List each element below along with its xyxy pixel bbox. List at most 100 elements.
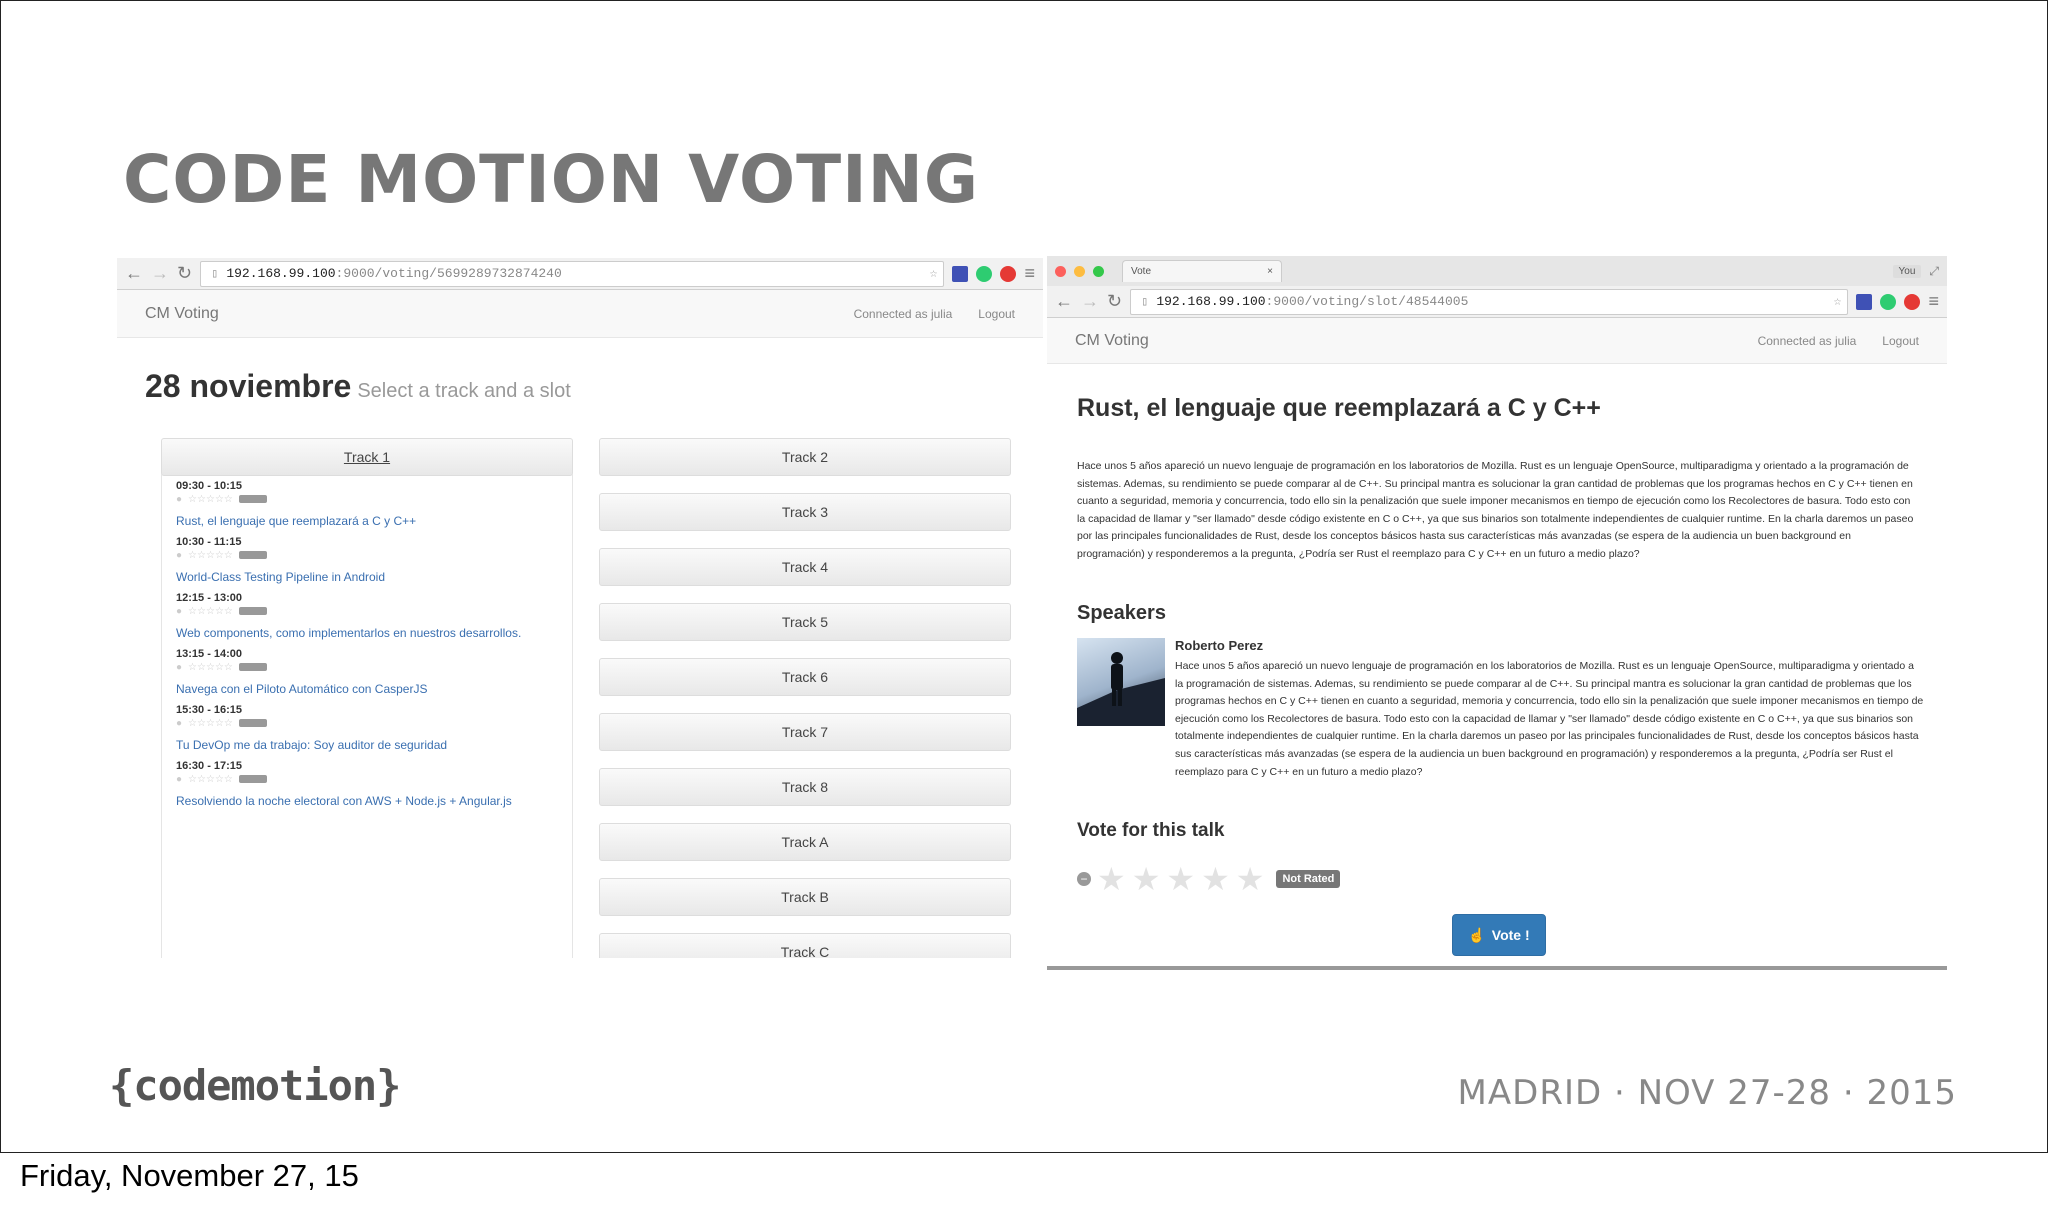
event-info: MADRID · NOV 27-28 · 2015: [1457, 1073, 1957, 1113]
track-8-button[interactable]: Track 8: [599, 768, 1011, 806]
slide: CODE MOTION VOTING ← → ↻ ▯ 192.168.99.10…: [0, 0, 2048, 1153]
left-app-navbar: CM Voting Connected as julia Logout: [117, 290, 1043, 338]
track-2-button[interactable]: Track 2: [599, 438, 1011, 476]
adblock-icon[interactable]: [1000, 265, 1017, 282]
slot-talk-link[interactable]: Navega con el Piloto Automático con Casp…: [176, 680, 558, 698]
left-browser-window: ← → ↻ ▯ 192.168.99.100:9000/voting/56992…: [117, 258, 1043, 958]
day-hint: Select a track and a slot: [357, 380, 571, 402]
extension-green-icon[interactable]: [976, 265, 993, 282]
vote-button-label: Vote !: [1491, 927, 1530, 943]
extension-icon[interactable]: [952, 265, 969, 282]
right-browser-window: Vote × You ⤢ ← → ↻ ▯ 192.168.99.100:9000…: [1047, 256, 1947, 966]
rating-widget: − ★ ★ ★ ★ ★ Not Rated: [1077, 860, 1341, 898]
star-5-icon[interactable]: ★: [1236, 860, 1265, 898]
reload-icon[interactable]: ↻: [177, 263, 192, 284]
rating-badge-icon: [238, 775, 267, 783]
slot-talk-link[interactable]: Rust, el lenguaje que reemplazará a C y …: [176, 512, 558, 530]
rating-badge-icon: [238, 495, 267, 503]
slot-item: 13:15 - 14:00 ● ☆☆☆☆☆ Navega con el Piloto …: [162, 648, 572, 698]
speaker-name: Roberto Perez: [1175, 638, 1264, 653]
rating-dot-icon: ●: [176, 717, 183, 729]
profile-button[interactable]: You: [1892, 264, 1922, 278]
star-3-icon[interactable]: ★: [1166, 860, 1195, 898]
logout-link[interactable]: Logout: [1882, 334, 1919, 348]
browser-tab[interactable]: Vote ×: [1122, 260, 1282, 282]
rating-badge: Not Rated: [1276, 870, 1341, 888]
menu-icon[interactable]: ≡: [1928, 291, 1939, 312]
thumbs-up-icon: ☝: [1468, 926, 1486, 943]
talk-title: Rust, el lenguaje que reemplazará a C y …: [1077, 394, 1601, 422]
url-host: 192.168.99.100: [1156, 294, 1266, 309]
url-path: :9000/voting/slot/48544005: [1265, 294, 1469, 309]
star-4-icon[interactable]: ★: [1201, 860, 1230, 898]
track-5-button[interactable]: Track 5: [599, 603, 1011, 641]
vote-button[interactable]: ☝ Vote !: [1452, 914, 1546, 956]
fullscreen-icon[interactable]: ⤢: [1929, 264, 1939, 279]
stars-icon: ☆☆☆☆☆: [188, 717, 233, 729]
app-brand[interactable]: CM Voting: [1075, 332, 1732, 350]
track-4-button[interactable]: Track 4: [599, 548, 1011, 586]
slot-rating-stars: ● ☆☆☆☆☆: [176, 604, 558, 618]
maximize-window-icon[interactable]: [1093, 265, 1104, 277]
speaker-bio: Hace unos 5 años apareció un nuevo lengu…: [1175, 660, 1924, 778]
track-7-button[interactable]: Track 7: [599, 713, 1011, 751]
connected-as-label: Connected as julia: [1757, 333, 1857, 348]
right-url-bar[interactable]: ▯ 192.168.99.100:9000/voting/slot/485440…: [1130, 288, 1849, 315]
back-icon[interactable]: ←: [125, 263, 143, 284]
track-3-button[interactable]: Track 3: [599, 493, 1011, 531]
slot-item: 12:15 - 13:00 ● ☆☆☆☆☆ Web components, como …: [162, 592, 572, 642]
slot-talk-link[interactable]: Web components, como implementarlos en n…: [176, 624, 558, 642]
day-title: 28 noviembre: [145, 368, 352, 404]
track-a-button[interactable]: Track A: [599, 823, 1011, 861]
track-c-button[interactable]: Track C: [599, 933, 1011, 958]
reload-icon[interactable]: ↻: [1107, 291, 1122, 312]
stars-icon: ☆☆☆☆☆: [188, 605, 233, 617]
adblock-icon[interactable]: [1904, 293, 1921, 310]
slot-item: 15:30 - 16:15 ● ☆☆☆☆☆ Tu DevOp me da trabaj…: [162, 704, 572, 754]
slot-time: 09:30 - 10:15: [176, 480, 243, 492]
slot-rating-stars: ● ☆☆☆☆☆: [176, 492, 558, 506]
slot-time: 10:30 - 11:15: [176, 536, 242, 548]
stars-icon: ☆☆☆☆☆: [188, 493, 233, 505]
rating-badge-icon: [238, 607, 267, 615]
back-icon[interactable]: ←: [1055, 291, 1073, 312]
rating-badge-icon: [238, 663, 267, 671]
slot-talk-link[interactable]: Tu DevOp me da trabajo: Soy auditor de s…: [176, 736, 558, 754]
track-1-tab[interactable]: Track 1: [161, 438, 573, 476]
clear-rating-icon[interactable]: −: [1077, 872, 1091, 886]
slot-talk-link[interactable]: World-Class Testing Pipeline in Android: [176, 568, 558, 586]
stars-icon: ☆☆☆☆☆: [188, 549, 233, 561]
slot-item: 16:30 - 17:15 ● ☆☆☆☆☆ Resolviendo la noche …: [162, 760, 572, 810]
rating-dot-icon: ●: [176, 605, 183, 617]
track-6-button[interactable]: Track 6: [599, 658, 1011, 696]
track-b-button[interactable]: Track B: [599, 878, 1011, 916]
codemotion-logo: {codemotion}: [109, 1061, 401, 1110]
rating-dot-icon: ●: [176, 549, 183, 561]
minimize-window-icon[interactable]: [1074, 265, 1085, 277]
menu-icon[interactable]: ≡: [1024, 263, 1035, 284]
slot-talk-link[interactable]: Resolviendo la noche electoral con AWS +…: [176, 792, 558, 810]
stars-icon: ☆☆☆☆☆: [188, 773, 233, 785]
slot-rating-stars: ● ☆☆☆☆☆: [176, 548, 558, 562]
forward-icon[interactable]: →: [151, 263, 169, 284]
extension-green-icon[interactable]: [1880, 293, 1897, 310]
speaker-silhouette-icon: [1077, 652, 1165, 726]
extension-icon[interactable]: [1856, 293, 1873, 310]
url-host: 192.168.99.100: [226, 266, 336, 281]
left-address-bar-row: ← → ↻ ▯ 192.168.99.100:9000/voting/56992…: [117, 258, 1043, 290]
forward-icon[interactable]: →: [1081, 291, 1099, 312]
slot-rating-stars: ● ☆☆☆☆☆: [176, 772, 558, 786]
rating-dot-icon: ●: [176, 493, 183, 505]
tab-title: Vote: [1131, 266, 1152, 277]
app-brand[interactable]: CM Voting: [145, 305, 828, 323]
logout-link[interactable]: Logout: [978, 307, 1015, 321]
url-path: :9000/voting/5699289732874240: [335, 266, 562, 281]
tab-close-icon[interactable]: ×: [1267, 266, 1273, 277]
left-url-bar[interactable]: ▯ 192.168.99.100:9000/voting/56992897328…: [200, 260, 945, 287]
bookmark-star-icon[interactable]: ☆: [930, 266, 938, 281]
star-1-icon[interactable]: ★: [1097, 860, 1126, 898]
connected-as-label: Connected as julia: [853, 306, 953, 321]
star-2-icon[interactable]: ★: [1132, 860, 1161, 898]
bookmark-star-icon[interactable]: ☆: [1834, 294, 1842, 309]
close-window-icon[interactable]: [1055, 265, 1066, 277]
